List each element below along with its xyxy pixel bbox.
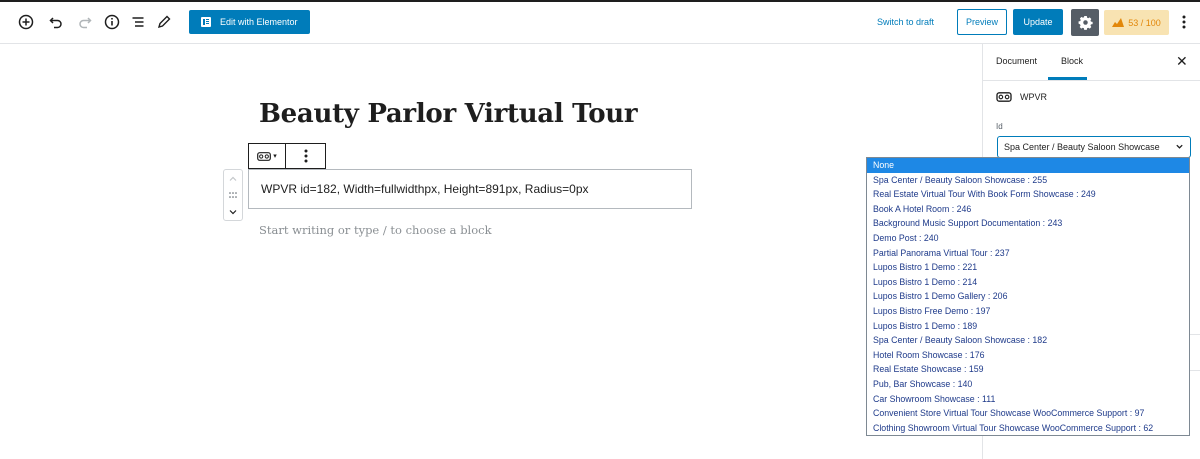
editor-toolbar: Edit with Elementor Switch to draft Prev… [0,2,1200,44]
block-movers [223,169,243,221]
block-card-title: WPVR [1020,92,1047,102]
add-block-icon[interactable] [14,10,38,34]
move-down-icon[interactable] [224,205,242,219]
dropdown-option[interactable]: Convenient Store Virtual Tour Showcase W… [867,406,1189,421]
dropdown-option[interactable]: Background Music Support Documentation :… [867,216,1189,231]
dropdown-option[interactable]: Hotel Room Showcase : 176 [867,348,1189,363]
update-button[interactable]: Update [1013,9,1063,35]
dropdown-option[interactable]: Partial Panorama Virtual Tour : 237 [867,246,1189,261]
pencil-icon[interactable] [152,10,176,34]
dropdown-option[interactable]: Lupos Bistro 1 Demo : 221 [867,260,1189,275]
dropdown-option[interactable]: None [867,158,1189,173]
id-select-dropdown: None Spa Center / Beauty Saloon Showcase … [866,157,1190,436]
tab-block[interactable]: Block [1061,56,1083,66]
preview-button[interactable]: Preview [957,9,1007,35]
id-select[interactable]: Spa Center / Beauty Saloon Showcase [997,136,1191,158]
dropdown-option[interactable]: Real Estate Showcase : 159 [867,362,1189,377]
drag-handle-icon[interactable] [224,188,242,202]
dropdown-option[interactable]: Real Estate Virtual Tour With Book Form … [867,187,1189,202]
edit-with-elementor-button[interactable]: Edit with Elementor [189,10,310,34]
id-field-label: Id [996,122,1003,131]
block-appender-placeholder[interactable]: Start writing or type / to choose a bloc… [259,223,492,237]
settings-button[interactable] [1071,9,1099,36]
block-card: WPVR [996,92,1047,102]
seo-score-value: 53 / 100 [1128,17,1161,28]
vr-glasses-icon [257,151,272,161]
editor-canvas: Beauty Parlor Virtual Tour ▾ WPVR id=182… [0,44,982,459]
redo-icon[interactable] [73,10,97,34]
block-toolbar: ▾ [248,143,326,169]
dropdown-option[interactable]: Clothing Showroom Virtual Tour Showcase … [867,421,1189,435]
wpvr-block[interactable]: WPVR id=182, Width=fullwidthpx, Height=8… [248,169,692,209]
dropdown-option[interactable]: Pub, Bar Showcase : 140 [867,377,1189,392]
tab-document[interactable]: Document [996,56,1037,66]
id-select-value: Spa Center / Beauty Saloon Showcase [1004,142,1160,152]
dropdown-option[interactable]: Lupos Bistro 1 Demo : 214 [867,275,1189,290]
seo-score-badge[interactable]: 53 / 100 [1104,10,1169,35]
elementor-button-label: Edit with Elementor [220,17,298,27]
gear-icon [1078,15,1093,30]
more-options-icon[interactable] [1174,10,1194,34]
elementor-icon [201,17,211,27]
post-title[interactable]: Beauty Parlor Virtual Tour [259,99,638,129]
vr-glasses-icon [996,92,1012,102]
dropdown-option[interactable]: Lupos Bistro 1 Demo : 189 [867,319,1189,334]
move-up-icon[interactable] [224,171,242,185]
chevron-down-icon [1176,144,1183,149]
dropdown-option[interactable]: Book A Hotel Room : 246 [867,202,1189,217]
close-icon[interactable]: ✕ [1176,53,1188,70]
dropdown-option[interactable]: Car Showroom Showcase : 111 [867,392,1189,407]
dropdown-option[interactable]: Lupos Bistro Free Demo : 197 [867,304,1189,319]
dropdown-option[interactable]: Spa Center / Beauty Saloon Showcase : 25… [867,173,1189,188]
sidebar-tabs: Document Block ✕ [983,44,1200,81]
dropdown-option[interactable]: Demo Post : 240 [867,231,1189,246]
dropdown-option[interactable]: Lupos Bistro 1 Demo Gallery : 206 [867,289,1189,304]
dropdown-option[interactable]: Spa Center / Beauty Saloon Showcase : 18… [867,333,1189,348]
caret-down-icon: ▾ [273,153,277,160]
info-icon[interactable] [100,10,124,34]
list-view-icon[interactable] [126,10,150,34]
block-more-options-icon[interactable] [286,144,325,168]
switch-to-draft-link[interactable]: Switch to draft [877,17,934,27]
block-type-switcher[interactable]: ▾ [249,144,286,168]
active-tab-indicator [1048,77,1087,80]
seo-score-icon [1112,18,1125,27]
undo-icon[interactable] [44,10,68,34]
